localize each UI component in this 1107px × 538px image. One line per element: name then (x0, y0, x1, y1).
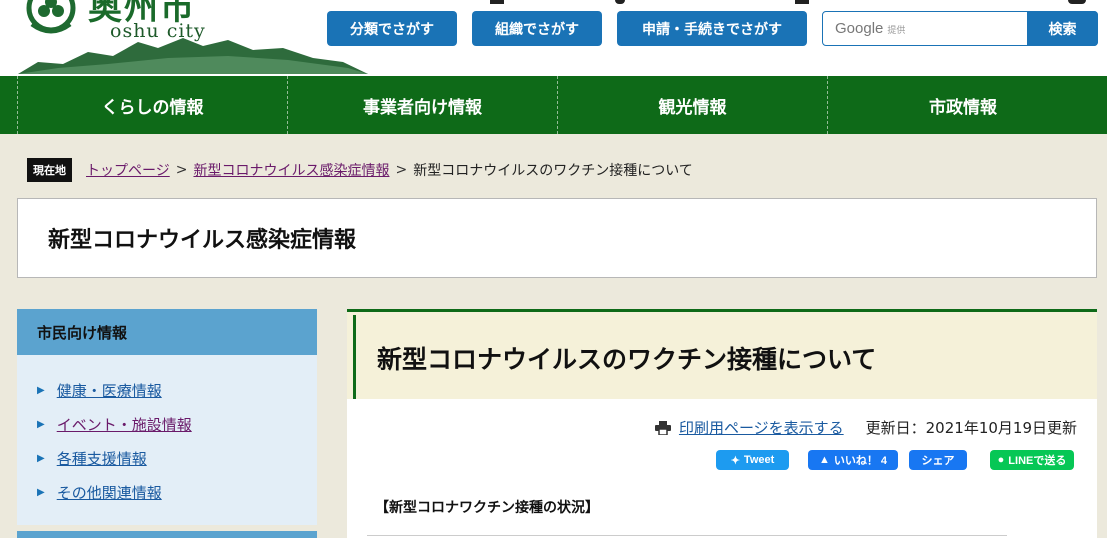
content-divider (367, 535, 1007, 536)
section-title: 新型コロナウイルス感染症情報 (17, 198, 1097, 278)
vaccine-status-heading: 【新型コロナワクチン接種の状況】 (375, 500, 599, 516)
twitter-icon: ✦ (730, 454, 740, 467)
breadcrumb-current: 新型コロナウイルスのワクチン接種について (413, 163, 693, 179)
chevron-right-icon: ▶ (37, 452, 45, 464)
global-nav: くらしの情報 事業者向け情報 観光情報 市政情報 (0, 76, 1107, 134)
title-accent-bar (353, 315, 356, 399)
sidebar-link-support[interactable]: 各種支援情報 (57, 448, 147, 469)
browse-by-category-button[interactable]: 分類でさがす (327, 11, 457, 46)
share-button[interactable]: シェア (909, 450, 967, 470)
breadcrumb-covid-link[interactable]: 新型コロナウイルス感染症情報 (193, 160, 389, 180)
site-search: Google 提供 検索 (822, 11, 1098, 46)
updated-date: 更新日：2021年10月19日更新 (865, 419, 1077, 437)
sidebar-heading: 市民向け情報 (17, 309, 317, 355)
breadcrumb-home-link[interactable]: トップページ (86, 160, 170, 180)
nav-business[interactable]: 事業者向け情報 (288, 76, 558, 134)
chevron-right-icon: ▶ (37, 486, 45, 498)
top-link-fragment (490, 0, 504, 4)
line-label: LINEで送る (1008, 455, 1067, 467)
sidebar-item: ▶ その他関連情報 (17, 475, 317, 509)
top-link-fragment (1068, 0, 1086, 4)
search-button[interactable]: 検索 (1027, 11, 1098, 46)
logo-sub: oshu city (110, 20, 206, 42)
sidebar-link-events[interactable]: イベント・施設情報 (57, 414, 192, 435)
breadcrumb-label: 現在地 (27, 158, 72, 182)
page-header: 新型コロナウイルスのワクチン接種について (347, 309, 1097, 399)
breadcrumb: 現在地 トップページ > 新型コロナウイルス感染症情報 > 新型コロナウイルスの… (27, 158, 693, 182)
nav-living[interactable]: くらしの情報 (18, 76, 288, 134)
page-meta: 印刷用ページを表示する 更新日：2021年10月19日更新 (654, 417, 1077, 438)
google-label: Google 提供 (835, 20, 906, 37)
nav-tourism[interactable]: 観光情報 (558, 76, 828, 134)
printer-icon (654, 420, 671, 435)
page-title: 新型コロナウイルスのワクチン接種について (377, 345, 877, 374)
line-icon: ● (997, 454, 1005, 466)
chevron-right-icon: ▶ (37, 418, 45, 430)
browse-by-procedure-button[interactable]: 申請・手続きでさがす (617, 11, 807, 46)
line-send-button[interactable]: ● LINEで送る (990, 450, 1074, 470)
tweet-label: Tweet (743, 454, 775, 466)
chevron-right-icon: ▶ (37, 384, 45, 396)
sidebar-next-heading (17, 531, 317, 538)
sidebar-item: ▶ 健康・医療情報 (17, 373, 317, 407)
sidebar-list: ▶ 健康・医療情報 ▶ イベント・施設情報 ▶ 各種支援情報 ▶ その他関連情報 (17, 355, 317, 509)
thumbs-up-icon: ▲ (818, 454, 830, 466)
sidebar-item: ▶ イベント・施設情報 (17, 407, 317, 441)
nav-city-admin[interactable]: 市政情報 (828, 76, 1098, 134)
like-label: いいね！ 4 (833, 455, 888, 467)
site-header: 奥州市 oshu city 分類でさがす 組織でさがす 申請・手続きでさがす G… (0, 0, 1107, 78)
sidebar: 市民向け情報 ▶ 健康・医療情報 ▶ イベント・施設情報 ▶ 各種支援情報 ▶ その他関… (17, 309, 317, 525)
sidebar-item: ▶ 各種支援情報 (17, 441, 317, 475)
top-link-fragment (795, 0, 809, 4)
main-content: 新型コロナウイルスのワクチン接種について 印刷用ページを表示する 更新日：202… (347, 309, 1097, 538)
top-link-fragment (615, 0, 625, 4)
sidebar-link-other[interactable]: その他関連情報 (57, 482, 162, 503)
city-emblem-icon (26, 0, 76, 34)
like-button[interactable]: ▲ いいね！ 4 (808, 450, 898, 470)
print-page-link[interactable]: 印刷用ページを表示する (679, 417, 844, 438)
browse-by-organization-button[interactable]: 組織でさがす (472, 11, 602, 46)
sidebar-link-health[interactable]: 健康・医療情報 (57, 380, 162, 401)
tweet-button[interactable]: ✦ Tweet (716, 450, 789, 470)
breadcrumb-separator: > (395, 162, 408, 178)
breadcrumb-separator: > (175, 162, 188, 178)
site-logo[interactable]: 奥州市 oshu city (18, 0, 368, 78)
nav-spacer (0, 76, 18, 134)
